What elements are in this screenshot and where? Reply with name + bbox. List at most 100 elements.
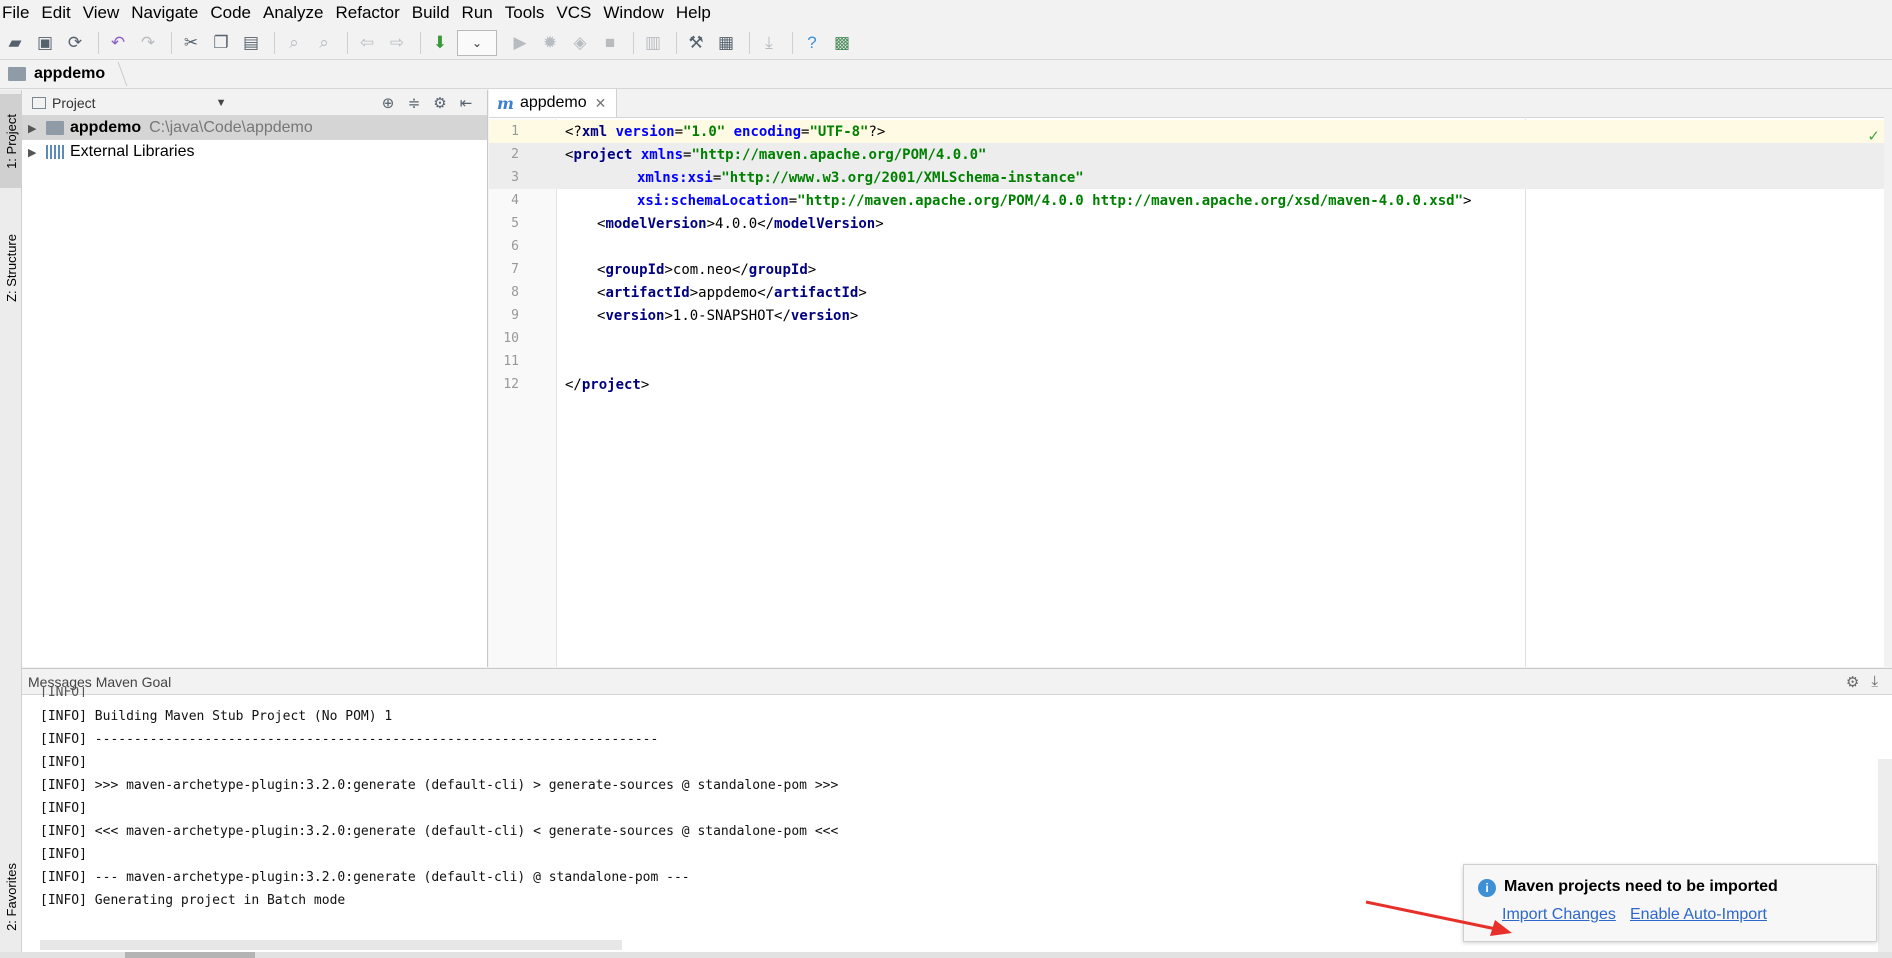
code-text: <version>1.0-SNAPSHOT</version> [597,307,859,324]
code-line[interactable]: 4 xsi:schemaLocation="http://maven.apach… [489,189,1892,212]
stop-icon[interactable]: ■ [597,30,623,56]
chevron-right-icon[interactable]: ▶ [28,122,46,135]
project-structure-icon[interactable]: ▦ [713,30,739,56]
code-text: <project xmlns="http://maven.apache.org/… [565,146,987,163]
undo-icon[interactable]: ↶ [105,30,131,56]
menu-refactor[interactable]: Refactor [335,3,399,23]
enable-auto-import-link[interactable]: Enable Auto-Import [1630,906,1767,924]
help-icon[interactable]: ? [799,30,825,56]
menu-file[interactable]: File [2,3,29,23]
log-line: [INFO] [40,755,87,770]
redo-icon[interactable]: ↷ [135,30,161,56]
replace-icon[interactable]: ⌕ [311,30,337,56]
toolbar-divider [749,31,750,54]
code-line[interactable]: 9 <version>1.0-SNAPSHOT</version> [489,304,1892,327]
annotation-arrow [1365,900,1512,936]
code-text: xmlns:xsi="http://www.w3.org/2001/XMLSch… [637,169,1084,186]
close-icon[interactable]: ✕ [595,95,607,112]
run-icon[interactable]: ▶ [507,30,533,56]
tool-tab-structure[interactable]: Z: Structure [0,210,22,326]
build-icon[interactable]: ⬇ [427,30,453,56]
paste-icon[interactable]: ▤ [238,30,264,56]
gear-icon[interactable]: ⚙ [429,93,451,113]
log-line: [INFO] <<< maven-archetype-plugin:3.2.0:… [40,824,839,839]
code-line[interactable]: 5 <modelVersion>4.0.0</modelVersion> [489,212,1892,235]
code-line[interactable]: 11 [489,350,1892,373]
module-folder-icon [46,121,64,135]
status-bar [0,952,1892,958]
code-text: <groupId>com.neo</groupId> [597,261,817,278]
menu-view[interactable]: View [83,3,120,23]
plugin-icon[interactable]: ▩ [829,30,855,56]
run-config-select[interactable]: ⌄ [457,29,497,56]
back-icon[interactable]: ⇦ [354,30,380,56]
editor-tab[interactable]: m appdemo ✕ [489,89,618,117]
forward-icon[interactable]: ⇨ [384,30,410,56]
code-line[interactable]: 8 <artifactId>appdemo</artifactId> [489,281,1892,304]
collapse-all-icon[interactable]: ≑ [403,93,425,113]
minimize-icon[interactable]: ⤓ [1871,673,1878,691]
gear-icon[interactable]: ⚙ [1846,673,1859,691]
attach-icon[interactable]: ▥ [640,30,666,56]
menu-tools[interactable]: Tools [505,3,545,23]
coverage-icon[interactable]: ◈ [567,30,593,56]
menu-code[interactable]: Code [210,3,251,23]
menu-edit[interactable]: Edit [41,3,70,23]
copy-icon[interactable]: ❐ [208,30,234,56]
inspection-ok-icon[interactable]: ✓ [1867,127,1880,145]
settings-icon[interactable]: ⚒ [683,30,709,56]
main-toolbar: ▰ ▣ ⟳ ↶ ↷ ✂ ❐ ▤ ⌕ ⌕ ⇦ ⇨ ⬇ ⌄ ▶ ✹ ◈ ■ ▥ ⚒ … [0,26,1892,60]
line-number: 11 [503,354,519,369]
menu-build[interactable]: Build [412,3,450,23]
toolbar-divider [792,31,793,54]
line-number: 12 [503,377,519,392]
log-line: [INFO] [40,847,87,862]
open-folder-icon[interactable]: ▰ [2,30,28,56]
find-icon[interactable]: ⌕ [281,30,307,56]
code-area[interactable]: 1 <?xml version="1.0" encoding="UTF-8"?>… [489,119,1892,667]
menu-help[interactable]: Help [676,3,711,23]
code-text: xsi:schemaLocation="http://maven.apache.… [637,192,1472,209]
locate-icon[interactable]: ⊕ [377,93,399,113]
editor-tab-label: appdemo [519,94,587,111]
debug-icon[interactable]: ✹ [537,30,563,56]
breadcrumb[interactable]: appdemo [34,65,105,83]
hide-panel-icon[interactable]: ⇤ [455,93,477,113]
code-text: <?xml version="1.0" encoding="UTF-8"?> [565,123,886,140]
horizontal-scrollbar[interactable] [40,940,622,950]
menu-vcs[interactable]: VCS [556,3,591,23]
code-text: <artifactId>appdemo</artifactId> [597,284,867,301]
chevron-down-icon[interactable]: ▼ [216,97,227,109]
toolbar-divider [676,31,677,54]
code-line[interactable]: 1 <?xml version="1.0" encoding="UTF-8"?> [489,120,1892,143]
vertical-scrollbar[interactable] [1878,759,1892,955]
tool-tab-favorites-label: 2: Favorites [3,863,19,931]
import-changes-link[interactable]: Import Changes [1502,906,1616,924]
chevron-right-icon[interactable]: ▶ [28,146,46,159]
menu-run[interactable]: Run [462,3,493,23]
cut-icon[interactable]: ✂ [178,30,204,56]
messages-panel-actions: ⚙ ⤓ [1834,673,1878,691]
code-line[interactable]: 10 [489,327,1892,350]
background-task-progress[interactable] [125,952,255,958]
code-line[interactable]: 12 </project> [489,373,1892,396]
sync-icon[interactable]: ⟳ [62,30,88,56]
menu-window[interactable]: Window [603,3,663,23]
tool-tab-favorites[interactable]: 2: Favorites [0,842,22,952]
save-icon[interactable]: ▣ [32,30,58,56]
toolbar-divider [171,31,172,54]
code-line[interactable]: 6 [489,235,1892,258]
tool-tab-project[interactable]: 1: Project [0,94,22,188]
line-number: 5 [511,216,519,231]
download-icon[interactable]: ⤓ [756,30,782,56]
code-line[interactable]: 2 <project xmlns="http://maven.apache.or… [489,143,1892,166]
menu-navigate[interactable]: Navigate [131,3,198,23]
toolbar-divider [274,31,275,54]
code-line[interactable]: 7 <groupId>com.neo</groupId> [489,258,1892,281]
tree-item-appdemo[interactable]: ▶ appdemo C:\java\Code\appdemo [22,116,487,140]
menu-analyze[interactable]: Analyze [263,3,323,23]
tree-item-external-libraries[interactable]: ▶ External Libraries [22,140,487,164]
log-line: [INFO] >>> maven-archetype-plugin:3.2.0:… [40,778,839,793]
project-panel-title[interactable]: Project [52,95,96,111]
code-line[interactable]: 3 xmlns:xsi="http://www.w3.org/2001/XMLS… [489,166,1892,189]
